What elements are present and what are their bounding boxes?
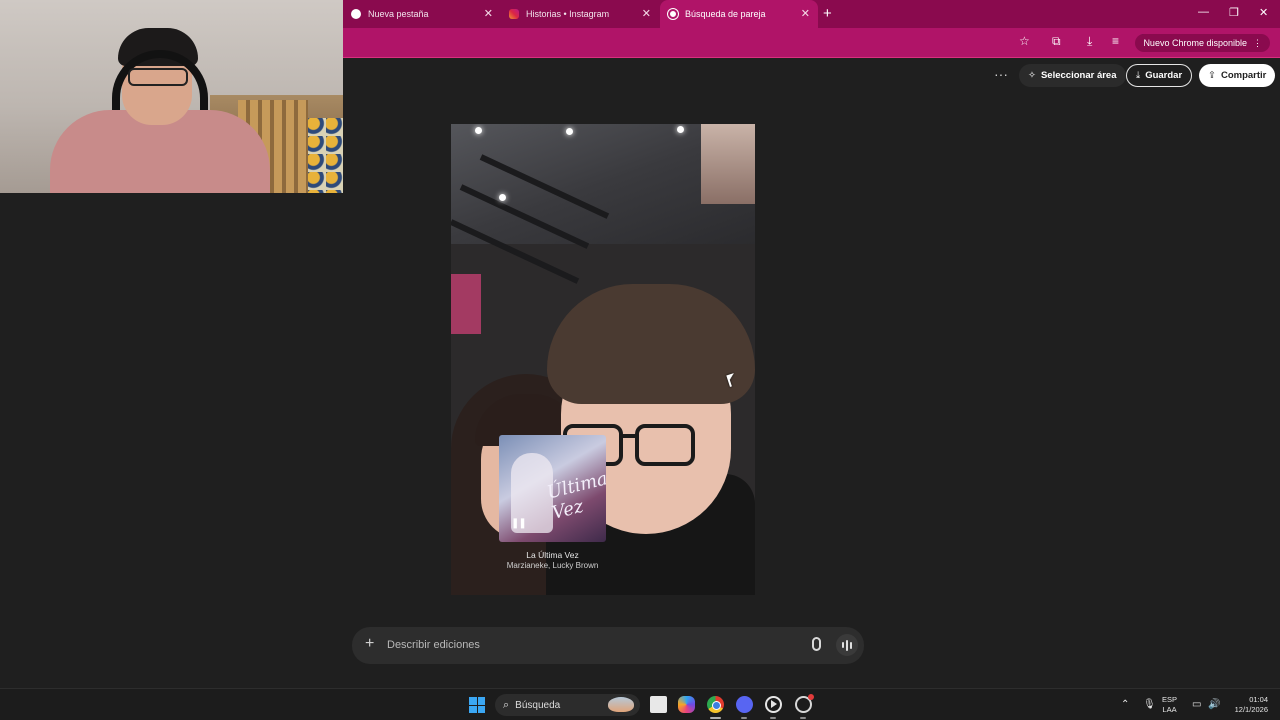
tab-busqueda-de-pareja[interactable]: Búsqueda de pareja ✕: [660, 0, 818, 28]
story-photo[interactable]: Última Vez ❚❚ La Última Vez Marzianeke, …: [451, 124, 755, 595]
close-window-icon[interactable]: ✕: [1259, 6, 1268, 19]
download-icon[interactable]: ⤓: [1087, 34, 1092, 49]
taskbar: ⌕ Búsqueda ⌃ 🎙 ESP LAA ▭ 🔊 01:04 12/1/20…: [0, 688, 1280, 720]
save-button[interactable]: ⤓ Guardar: [1126, 64, 1193, 87]
ceiling-light: [499, 194, 506, 201]
running-app-indicator: [800, 717, 806, 719]
display-icon[interactable]: ▭: [1192, 699, 1201, 710]
screen: Nueva pestaña ✕ Historias • Instagram ✕ …: [0, 0, 1280, 720]
pause-icon[interactable]: ❚❚: [511, 518, 527, 529]
copilot-icon[interactable]: [678, 696, 695, 713]
tab-instagram[interactable]: Historias • Instagram ✕: [501, 0, 659, 28]
new-tab-icon[interactable]: +: [823, 5, 832, 22]
more-vert-icon: ⋮: [1253, 37, 1262, 48]
lang-line1: ESP: [1162, 695, 1178, 704]
chrome-update-button[interactable]: Nuevo Chrome disponible ⋮: [1135, 34, 1270, 52]
tab-label: Búsqueda de pareja: [685, 9, 766, 19]
streamer-glasses: [128, 68, 188, 86]
ceiling-light: [566, 128, 573, 135]
system-clock[interactable]: 01:04 12/1/2026: [1226, 695, 1268, 715]
instagram-icon: [509, 9, 519, 19]
update-label: Nuevo Chrome disponible: [1143, 38, 1247, 48]
ceiling-light: [475, 127, 482, 134]
search-icon: ⌕: [503, 698, 510, 711]
man-hair: [547, 284, 755, 404]
volume-icon[interactable]: 🔊: [1208, 699, 1220, 710]
tab-label: Nueva pestaña: [368, 9, 429, 19]
tab-label: Historias • Instagram: [526, 9, 610, 19]
add-icon[interactable]: +: [365, 635, 374, 653]
save-label: Guardar: [1145, 70, 1183, 81]
select-area-label: Seleccionar área: [1040, 70, 1117, 81]
restore-icon[interactable]: ❐: [1229, 6, 1239, 19]
file-explorer-icon[interactable]: [650, 696, 667, 713]
running-app-indicator: [741, 717, 747, 719]
chrome-app-icon[interactable]: [707, 696, 724, 713]
share-icon: ⇪: [1208, 70, 1216, 81]
tab-new-tab[interactable]: Nueva pestaña ✕: [343, 0, 501, 28]
search-highlight-icon: [608, 697, 634, 712]
webcam-overlay: [0, 0, 343, 193]
background-fabric: [308, 118, 343, 193]
chevron-up-icon[interactable]: ⌃: [1121, 699, 1129, 710]
edit-prompt-bar: +: [352, 627, 864, 664]
close-icon[interactable]: ✕: [801, 7, 810, 20]
close-icon[interactable]: ✕: [642, 7, 651, 20]
microphone-tray-icon[interactable]: 🎙: [1143, 699, 1156, 710]
describe-edits-input[interactable]: [387, 636, 787, 654]
download-icon: ⤓: [1136, 70, 1141, 81]
song-artist: Marzianeke, Lucky Brown: [506, 561, 599, 570]
album-art-text: Última Vez: [544, 468, 606, 524]
browser-toolbar: ☆ ⧉ ⤓ ≡ Nuevo Chrome disponible ⋮: [343, 28, 1280, 58]
voice-mode-icon[interactable]: [836, 634, 858, 656]
threads-icon: [668, 9, 678, 19]
minimize-icon[interactable]: —: [1198, 6, 1209, 18]
running-app-indicator: [770, 717, 776, 719]
song-title: La Última Vez: [526, 550, 579, 560]
ceiling-light: [677, 126, 684, 133]
more-options-icon[interactable]: ···: [992, 66, 1010, 84]
chrome-icon: [351, 9, 361, 19]
glasses-lens: [635, 424, 695, 466]
share-label: Compartir: [1220, 70, 1267, 81]
clock-date: 12/1/2026: [1234, 705, 1268, 714]
microphone-icon[interactable]: [812, 637, 821, 651]
select-area-button[interactable]: ✧ Seleccionar área: [1019, 64, 1126, 87]
clock-time: 01:04: [1249, 695, 1268, 704]
extensions-icon[interactable]: ⧉: [1052, 34, 1061, 49]
windows-start-icon[interactable]: [469, 697, 485, 713]
language-indicator[interactable]: ESP LAA: [1162, 695, 1177, 715]
bookmark-star-icon[interactable]: ☆: [1019, 34, 1030, 48]
active-app-indicator: [710, 717, 721, 719]
media-player-icon[interactable]: [765, 696, 782, 713]
close-icon[interactable]: ✕: [484, 7, 493, 20]
search-label: Búsqueda: [515, 699, 561, 711]
reading-list-icon[interactable]: ≡: [1112, 34, 1119, 48]
tab-strip: Nueva pestaña ✕ Historias • Instagram ✕ …: [343, 0, 1280, 28]
sparkle-icon: ✧: [1028, 70, 1036, 81]
taskbar-search[interactable]: ⌕ Búsqueda: [495, 694, 640, 716]
shop-front: [701, 124, 755, 204]
pink-sign: [451, 274, 481, 334]
music-sticker[interactable]: Última Vez ❚❚: [499, 435, 606, 542]
share-button[interactable]: ⇪ Compartir: [1199, 64, 1276, 87]
obs-icon[interactable]: [795, 694, 814, 713]
lang-line2: LAA: [1162, 705, 1177, 714]
discord-icon[interactable]: [736, 696, 753, 713]
glasses-bridge: [621, 434, 635, 438]
